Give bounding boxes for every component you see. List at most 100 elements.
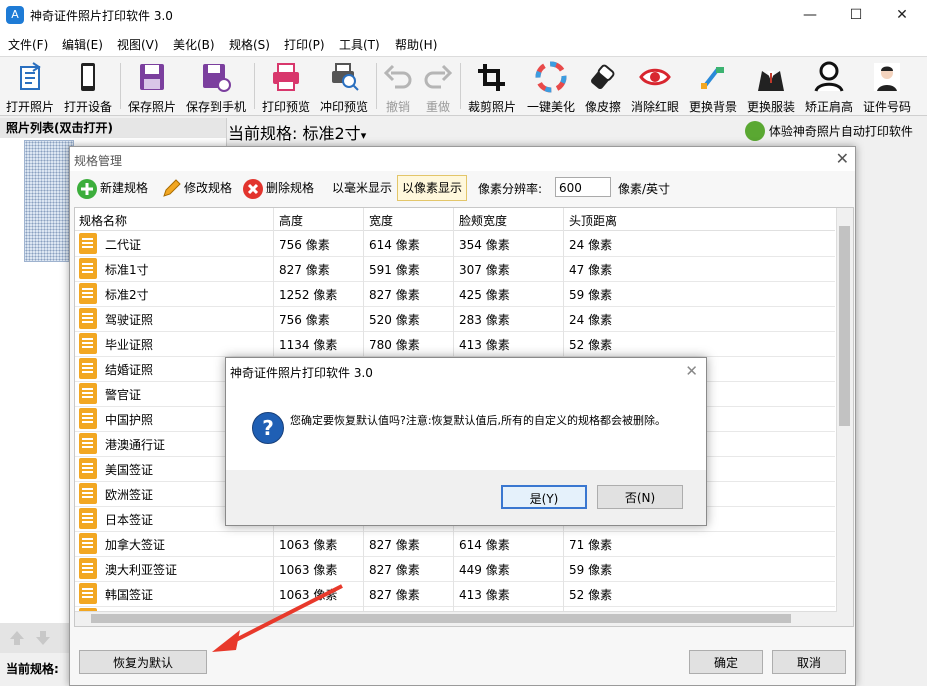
chevron-down-icon: ▾ (360, 129, 367, 142)
eraser-button[interactable]: 像皮擦 (582, 59, 624, 114)
column-header-height[interactable]: 高度 (279, 212, 303, 229)
save-photo-button[interactable]: 保存照片 (126, 59, 178, 114)
confirm-message: 您确定要恢复默认值吗?注意:恢复默认值后,所有的自定义的规格都会被删除。 (290, 414, 667, 427)
current-spec-label: 当前规格: (228, 124, 298, 143)
beautify-button[interactable]: 一键美化 (524, 59, 578, 114)
maximize-button[interactable]: ☐ (833, 0, 879, 30)
cell-height: 756 像素 (279, 313, 330, 327)
app-logo-icon: A (6, 6, 24, 24)
no-button[interactable]: 否(N) (597, 485, 683, 509)
open-device-button[interactable]: 打开设备 (62, 59, 114, 114)
cell-name: 日本签证 (105, 513, 154, 527)
cell-face-width: 354 像素 (459, 238, 510, 252)
document-icon (79, 308, 97, 329)
spec-dialog-close-icon[interactable]: ✕ (836, 149, 849, 168)
eraser-icon (591, 64, 615, 90)
column-header-face-width[interactable]: 脸颊宽度 (459, 212, 507, 229)
cell-top-distance: 47 像素 (569, 263, 613, 277)
cell-name: 标准1寸 (105, 263, 149, 277)
cell-name: 标准2寸 (105, 288, 149, 302)
cell-width: 827 像素 (369, 563, 420, 577)
change-background-button[interactable]: 更换背景 (686, 59, 740, 114)
yes-button[interactable]: 是(Y) (501, 485, 587, 509)
toolbar-separator (254, 63, 255, 109)
table-row[interactable]: 驾驶证照 756 像素 520 像素 283 像素 24 像素 (75, 306, 835, 332)
print-preview-button[interactable]: 打印预览 (260, 59, 312, 114)
resolution-input[interactable]: 600 (555, 177, 611, 197)
restore-default-button[interactable]: 恢复为默认 (79, 650, 207, 674)
menu-view[interactable]: 视图(V) (117, 36, 159, 53)
cell-height: 827 像素 (279, 263, 330, 277)
document-icon (79, 333, 97, 354)
document-icon (79, 233, 97, 254)
confirm-restore-dialog: 神奇证件照片打印软件 3.0 ✕ ? 您确定要恢复默认值吗?注意:恢复默认值后,… (225, 357, 707, 526)
resolution-unit: 像素/英寸 (618, 182, 671, 196)
crop-icon (478, 64, 505, 91)
vertical-scroll-thumb[interactable] (839, 226, 850, 426)
shoulder-correct-button[interactable]: 矫正肩高 (802, 59, 856, 114)
menu-print[interactable]: 打印(P) (284, 36, 325, 53)
change-clothes-button[interactable]: 更换服装 (744, 59, 798, 114)
document-icon (79, 483, 97, 504)
id-number-button[interactable]: 证件号码 (860, 59, 914, 114)
spec-dialog-title: 规格管理 (74, 154, 123, 168)
show-mm-toggle[interactable]: 以毫米显示 (327, 175, 397, 201)
undo-button[interactable]: 撤销 (380, 59, 416, 114)
column-header-name[interactable]: 规格名称 (79, 212, 127, 229)
table-row[interactable]: 二代证 756 像素 614 像素 354 像素 24 像素 (75, 231, 835, 257)
promo-link[interactable]: 体验神奇照片自动打印软件 (745, 121, 913, 145)
save-to-phone-button[interactable]: 保存到手机 (184, 59, 248, 114)
print-shop-preview-icon (332, 63, 359, 91)
document-icon (79, 358, 97, 379)
cell-height: 756 像素 (279, 238, 330, 252)
horizontal-scroll-thumb[interactable] (91, 614, 791, 623)
current-spec-selector[interactable]: 当前规格: 标准2寸▾ (228, 120, 366, 146)
cell-name: 韩国签证 (105, 588, 154, 602)
vertical-scrollbar[interactable] (836, 208, 853, 626)
ok-button[interactable]: 确定 (689, 650, 763, 674)
cancel-button[interactable]: 取消 (772, 650, 846, 674)
delete-spec-button[interactable]: 删除规格 (242, 176, 314, 200)
new-spec-button[interactable]: 新建规格 (76, 176, 148, 200)
open-photo-button[interactable]: 打开照片 (4, 59, 56, 114)
table-row[interactable]: 加拿大签证 1063 像素 827 像素 614 像素 71 像素 (75, 531, 835, 557)
menu-beautify[interactable]: 美化(B) (173, 36, 215, 53)
menu-spec[interactable]: 规格(S) (229, 36, 270, 53)
spec-dialog-titlebar: 规格管理 ✕ (70, 147, 855, 171)
confirm-close-icon[interactable]: ✕ (685, 362, 698, 380)
save-photo-icon (140, 64, 164, 90)
menu-edit[interactable]: 编辑(E) (62, 36, 103, 53)
title-bar: A 神奇证件照片打印软件 3.0 — ☐ ✕ (0, 0, 927, 30)
table-row[interactable]: 韩国签证 1063 像素 827 像素 413 像素 52 像素 (75, 581, 835, 607)
table-row[interactable]: 标准2寸 1252 像素 827 像素 425 像素 59 像素 (75, 281, 835, 307)
column-header-width[interactable]: 宽度 (369, 212, 393, 229)
crop-button[interactable]: 裁剪照片 (464, 59, 520, 114)
print-shop-preview-button[interactable]: 冲印预览 (318, 59, 370, 114)
cell-top-distance: 52 像素 (569, 588, 613, 602)
horizontal-scrollbar[interactable] (75, 611, 837, 626)
menu-tools[interactable]: 工具(T) (339, 36, 380, 53)
menu-help[interactable]: 帮助(H) (395, 36, 437, 53)
cell-face-width: 413 像素 (459, 588, 510, 602)
table-row[interactable]: 标准1寸 827 像素 591 像素 307 像素 47 像素 (75, 256, 835, 282)
promo-text: 体验神奇照片自动打印软件 (768, 124, 913, 139)
cell-name: 欧洲签证 (105, 488, 154, 502)
cell-face-width: 307 像素 (459, 263, 510, 277)
menu-file[interactable]: 文件(F) (8, 36, 48, 53)
close-button[interactable]: ✕ (879, 0, 925, 30)
cell-width: 520 像素 (369, 313, 420, 327)
table-row[interactable]: 澳大利亚签证 1063 像素 827 像素 449 像素 59 像素 (75, 556, 835, 582)
show-px-toggle[interactable]: 以像素显示 (397, 175, 468, 201)
edit-spec-button[interactable]: 修改规格 (160, 176, 232, 200)
plus-circle-icon (77, 178, 97, 199)
table-row[interactable]: 毕业证照 1134 像素 780 像素 413 像素 52 像素 (75, 331, 835, 357)
arrow-down-icon[interactable] (34, 629, 52, 647)
cell-face-width: 614 像素 (459, 538, 510, 552)
photo-thumbnail[interactable] (24, 140, 74, 262)
remove-red-eye-button[interactable]: 消除红眼 (628, 59, 682, 114)
arrow-up-icon[interactable] (8, 629, 26, 647)
redo-button[interactable]: 重做 (420, 59, 456, 114)
minimize-button[interactable]: — (787, 0, 833, 30)
cell-width: 780 像素 (369, 338, 420, 352)
column-header-top-distance[interactable]: 头顶距离 (569, 212, 617, 229)
